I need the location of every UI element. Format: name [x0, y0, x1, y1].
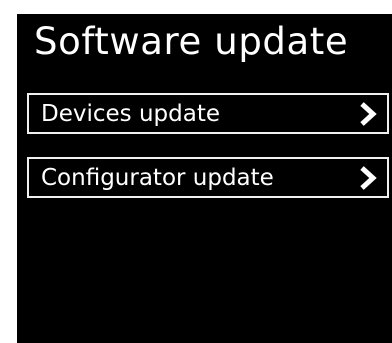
menu-item-configurator-update[interactable]: Configurator update: [27, 157, 389, 198]
page-title: Software update: [34, 20, 349, 63]
software-update-screen: Software update Devices update Configura…: [17, 14, 392, 343]
chevron-right-icon: [357, 101, 379, 127]
menu-item-label: Devices update: [41, 100, 220, 127]
chevron-right-icon: [357, 165, 379, 191]
menu-item-devices-update[interactable]: Devices update: [27, 93, 389, 134]
menu-item-label: Configurator update: [41, 164, 274, 191]
